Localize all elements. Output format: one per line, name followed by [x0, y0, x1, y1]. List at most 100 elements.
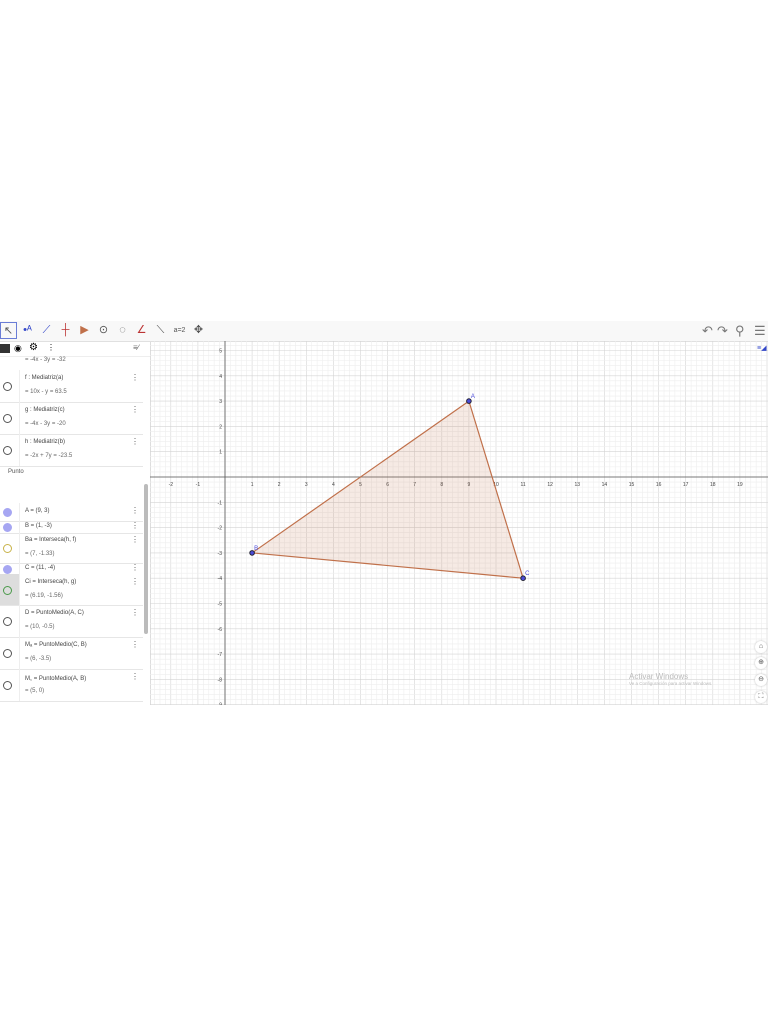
sort-icon[interactable]: ≡∕: [133, 343, 139, 352]
menu-icon[interactable]: ☰: [754, 323, 766, 339]
x-tick-label: 14: [602, 482, 608, 488]
zoom-out-button[interactable]: ⊖: [755, 674, 767, 686]
search-icon[interactable]: ⚲: [735, 323, 745, 339]
more-icon[interactable]: ⋮: [131, 535, 139, 544]
row-definition[interactable]: A = (9, 3): [25, 508, 50, 514]
fullscreen-button[interactable]: ⛶: [755, 691, 767, 703]
algebra-row[interactable]: Ci = Interseca(h, g) = (6.19, -1.56) ⋮: [0, 574, 143, 606]
row-definition[interactable]: f : Mediatriz(a): [25, 375, 63, 381]
more-icon[interactable]: ⋮: [131, 405, 139, 414]
more-icon[interactable]: ⋮: [131, 506, 139, 515]
row-definition[interactable]: Ci = Interseca(h, g): [25, 579, 76, 585]
visibility-toggle[interactable]: [3, 414, 12, 423]
more-icon[interactable]: ⋮: [131, 521, 139, 530]
conic-tool-button[interactable]: ◌: [114, 322, 131, 339]
more-icon[interactable]: ⋮: [131, 563, 139, 572]
more-icon[interactable]: ⋮: [47, 343, 55, 352]
x-tick-label: -1: [196, 482, 201, 488]
zoom-in-button[interactable]: ⊕: [755, 657, 767, 669]
visibility-toggle[interactable]: [3, 446, 12, 455]
algebra-row[interactable]: A = (9, 3) ⋮: [0, 503, 143, 522]
row-value: = 10x - y = 63.5: [25, 389, 67, 395]
x-tick-label: 3: [305, 482, 308, 488]
row-definition[interactable]: B = (1, -3): [25, 523, 52, 529]
row-value: = (6.19, -1.56): [25, 593, 63, 599]
graphics-style-icon[interactable]: ≡◢: [757, 344, 766, 352]
row-value: = (7, -1.33): [25, 551, 55, 557]
line-tool-button[interactable]: ⟋: [38, 322, 55, 339]
y-tick-label: -6: [218, 627, 223, 633]
visibility-toggle[interactable]: [3, 681, 12, 690]
row-value: = (6, -3.5): [25, 656, 52, 662]
algebra-row[interactable]: g : Mediatriz(c) = -4x - 3y = -20 ⋮: [0, 402, 143, 435]
row-definition[interactable]: D = PuntoMedio(A, C): [25, 610, 84, 616]
row-value: = (10, -0.5): [25, 624, 55, 630]
row-definition[interactable]: Bа = Interseca(h, f): [25, 537, 76, 543]
row-definition[interactable]: Mₐ = PuntoMedio(C, B): [25, 642, 87, 648]
row-value: = -2x + 7y = -23.5: [25, 453, 73, 459]
more-icon[interactable]: ⋮: [131, 437, 139, 446]
algebra-row[interactable]: h : Mediatriz(b) = -2x + 7y = -23.5 ⋮: [0, 434, 143, 467]
y-tick-label: 2: [219, 424, 222, 430]
row-definition[interactable]: C = (11, -4): [25, 565, 55, 571]
graphics-view[interactable]: -2 -1 1 2 3 4 5 6 7 8 9 10 11 12 13 14 15 16 17 18 1954321-1…: [150, 341, 768, 705]
visibility-toggle[interactable]: [3, 585, 12, 595]
style-icon[interactable]: ◉: [14, 343, 22, 354]
row-definition[interactable]: g : Mediatriz(c): [25, 407, 65, 413]
point-label-C: C: [525, 571, 530, 577]
algebra-view: ◉ ⚙ ⋮ ≡∕ = -4x - 3y = -32 Punto f : Media…: [0, 342, 151, 705]
y-tick-label: 1: [219, 450, 222, 456]
home-button[interactable]: ⌂: [755, 641, 767, 653]
polygon-tool-button[interactable]: ▶: [76, 322, 93, 339]
undo-icon[interactable]: ↶: [702, 323, 713, 339]
visibility-toggle[interactable]: [3, 565, 12, 574]
x-tick-label: 4: [332, 482, 335, 488]
y-tick-label: 5: [219, 349, 222, 355]
visibility-toggle[interactable]: [3, 382, 12, 391]
watermark-subtitle: Ve a Configuración para activar Windows.: [629, 681, 713, 686]
y-tick-label: -2: [218, 526, 223, 532]
move-view-tool-button[interactable]: ✥: [190, 322, 207, 339]
reflect-tool-button[interactable]: ⟍: [152, 322, 169, 339]
row-definition[interactable]: M꜀ = PuntoMedio(A, B): [25, 674, 86, 682]
visibility-toggle[interactable]: [3, 617, 12, 626]
color-swatch-icon[interactable]: [0, 344, 10, 353]
x-tick-label: 18: [710, 482, 716, 488]
windows-watermark: Activar Windows Ve a Configuración para …: [629, 672, 713, 686]
move-tool-button[interactable]: ↖: [0, 322, 17, 339]
point-label-B: B: [254, 546, 258, 552]
algebra-row[interactable]: Bа = Interseca(h, f) = (7, -1.33) ⋮: [0, 532, 143, 564]
slider-tool-button[interactable]: a=2: [171, 322, 188, 339]
more-icon[interactable]: ⋮: [131, 672, 139, 681]
group-label-punto[interactable]: Punto: [8, 469, 24, 475]
more-icon[interactable]: ⋮: [131, 373, 139, 382]
point-tool-button[interactable]: •ᴬ: [19, 322, 36, 339]
x-tick-label: 11: [520, 482, 525, 488]
x-tick-label: 2: [278, 482, 281, 488]
gear-icon[interactable]: ⚙: [29, 342, 38, 353]
y-tick-label: -3: [218, 551, 223, 557]
algebra-row[interactable]: Mₐ = PuntoMedio(C, B) = (6, -3.5) ⋮: [0, 637, 143, 670]
algebra-scrollbar[interactable]: [144, 484, 148, 634]
algebra-partial-row: = -4x - 3y = -32: [25, 357, 66, 363]
redo-icon[interactable]: ↷: [717, 323, 728, 339]
visibility-toggle[interactable]: [3, 523, 12, 532]
row-value: = -4x - 3y = -20: [25, 421, 66, 427]
visibility-toggle[interactable]: [3, 543, 12, 553]
y-tick-label: -7: [218, 652, 223, 658]
visibility-toggle[interactable]: [3, 649, 12, 658]
y-tick-label: -9: [218, 703, 223, 705]
algebra-row[interactable]: D = PuntoMedio(A, C) = (10, -0.5) ⋮: [0, 605, 143, 638]
more-icon[interactable]: ⋮: [131, 608, 139, 617]
y-tick-label: 4: [219, 374, 222, 380]
more-icon[interactable]: ⋮: [131, 640, 139, 649]
angle-tool-button[interactable]: ∠: [133, 322, 150, 339]
algebra-header: ◉ ⚙ ⋮ ≡∕: [0, 342, 150, 357]
circle-tool-button[interactable]: ⊙: [95, 322, 112, 339]
algebra-row[interactable]: f : Mediatriz(a) = 10x - y = 63.5 ⋮: [0, 370, 143, 403]
more-icon[interactable]: ⋮: [131, 577, 139, 586]
visibility-toggle[interactable]: [3, 508, 12, 517]
row-definition[interactable]: h : Mediatriz(b): [25, 439, 65, 445]
algebra-row[interactable]: M꜀ = PuntoMedio(A, B) = (5, 0) ⋮: [0, 669, 143, 702]
perpendicular-tool-button[interactable]: ┼: [57, 322, 74, 339]
